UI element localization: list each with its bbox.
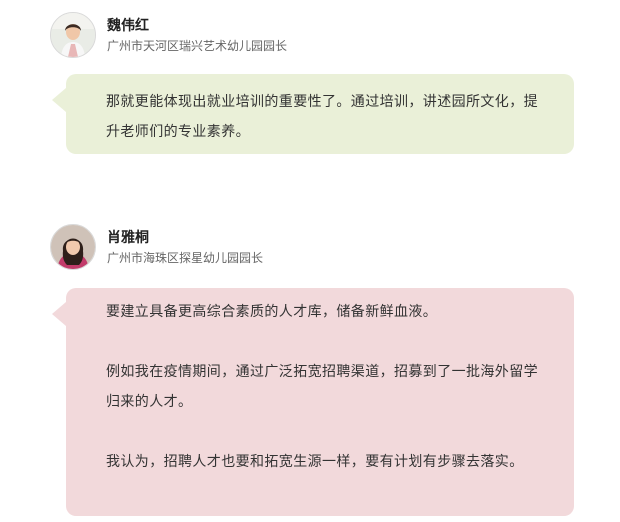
speaker-title: 广州市海珠区探星幼儿园园长 xyxy=(107,250,264,265)
speaker-name: 肖雅桐 xyxy=(107,229,149,246)
speech-paragraph: 我认为，招聘人才也要和拓宽生源一样，要有计划有步骤去落实。 xyxy=(106,454,524,470)
speaker-name: 魏伟红 xyxy=(107,17,149,34)
speaker-header-2: 肖雅桐 广州市海珠区探星幼儿园园长 xyxy=(50,224,263,270)
speech-bubble: 那就更能体现出就业培训的重要性了。通过培训，讲述园所文化，提升老师们的专业素养。 xyxy=(52,74,574,154)
speaker-header-1: 魏伟红 广州市天河区瑞兴艺术幼儿园园长 xyxy=(50,12,287,58)
person-portrait-icon xyxy=(51,225,95,269)
person-portrait-icon xyxy=(51,13,95,57)
speech-paragraph: 要建立具备更高综合素质的人才库，储备新鲜血液。 xyxy=(106,304,438,320)
avatar xyxy=(50,12,96,58)
speech-bubble: 要建立具备更高综合素质的人才库，储备新鲜血液。 例如我在疫情期间，通过广泛拓宽招… xyxy=(52,288,574,516)
speech-paragraph: 例如我在疫情期间，通过广泛拓宽招聘渠道，招募到了一批海外留学归来的人才。 xyxy=(106,364,538,410)
speaker-title: 广州市天河区瑞兴艺术幼儿园园长 xyxy=(107,38,288,53)
avatar xyxy=(50,224,96,270)
speech-paragraph: 那就更能体现出就业培训的重要性了。通过培训，讲述园所文化，提升老师们的专业素养。 xyxy=(106,94,538,140)
